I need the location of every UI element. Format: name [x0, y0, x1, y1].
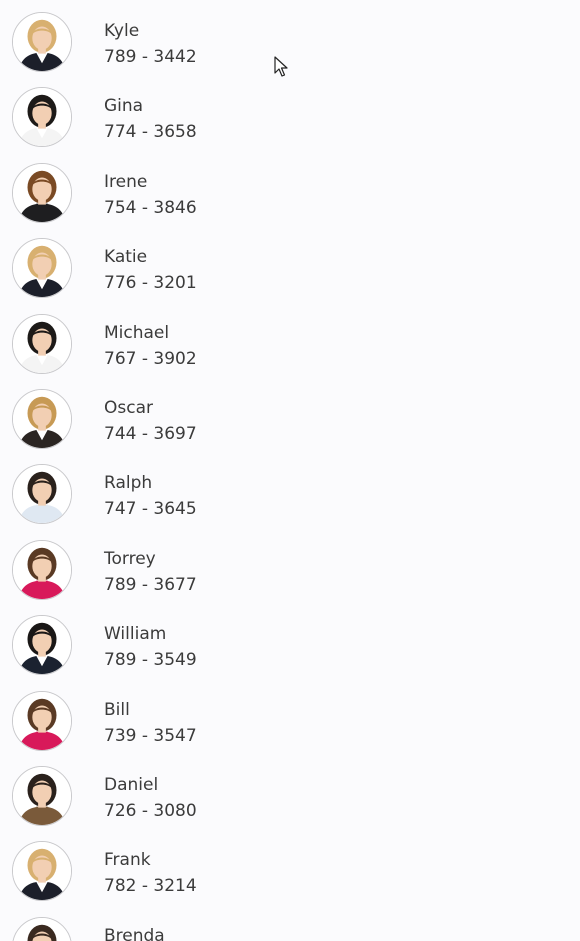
contact-phone: 782 - 3214 — [104, 876, 197, 897]
contact-avatar — [12, 690, 72, 751]
avatar-portrait-icon — [13, 88, 71, 147]
contact-name: Frank — [104, 850, 151, 871]
contact-name: Irene — [104, 171, 148, 192]
contact-avatar — [12, 162, 72, 223]
avatar-portrait-icon — [13, 767, 71, 825]
contact-name: Torrey — [104, 548, 156, 569]
contact-name: Ralph — [104, 473, 153, 494]
contact-row[interactable]: Frank 782 - 3214 — [0, 831, 580, 906]
contact-phone: 774 - 3658 — [104, 122, 197, 143]
contact-name: Kyle — [104, 21, 140, 41]
contact-row[interactable]: Michael 767 - 3902 — [0, 304, 580, 379]
contact-avatar — [12, 766, 72, 826]
avatar-portrait-icon — [13, 691, 71, 750]
contact-phone: 747 - 3645 — [104, 499, 197, 520]
contact-phone: 789 - 3549 — [104, 650, 197, 671]
contact-row[interactable]: Katie 776 - 3201 — [0, 228, 580, 303]
contact-phone: 744 - 3697 — [104, 424, 197, 444]
contact-avatar — [12, 12, 72, 72]
contact-avatar — [12, 87, 72, 148]
contact-avatar — [12, 841, 72, 902]
contact-avatar — [12, 615, 72, 676]
contact-avatar — [12, 313, 72, 374]
contact-list: Kyle 789 - 3442 Gina 774 - 3658 Irene 754 - 3… — [0, 0, 580, 941]
contact-phone: 739 - 3547 — [104, 725, 197, 746]
avatar-portrait-icon — [13, 163, 71, 222]
contact-phone: 767 - 3902 — [104, 348, 197, 369]
contact-row[interactable]: Gina 774 - 3658 — [0, 77, 580, 152]
contact-row[interactable]: Daniel 726 - 3080 — [0, 756, 580, 831]
contact-phone: 789 - 3442 — [104, 47, 197, 67]
contact-name: Michael — [104, 322, 170, 343]
contact-name: Katie — [104, 247, 148, 268]
contact-phone: 726 - 3080 — [104, 801, 197, 821]
avatar-portrait-icon — [13, 239, 71, 298]
contact-row[interactable]: Torrey 789 - 3677 — [0, 530, 580, 605]
contact-name: William — [104, 624, 167, 645]
contact-avatar — [12, 539, 72, 600]
contact-row[interactable]: Bill 739 - 3547 — [0, 681, 580, 756]
contact-avatar — [12, 238, 72, 299]
contact-name: Oscar — [104, 398, 153, 418]
contact-phone: 789 - 3677 — [104, 574, 197, 595]
contact-avatar — [12, 464, 72, 525]
avatar-portrait-icon — [13, 917, 71, 941]
contact-row[interactable]: Kyle 789 - 3442 — [0, 2, 580, 77]
contact-row[interactable]: Irene 754 - 3846 — [0, 153, 580, 228]
avatar-portrait-icon — [13, 540, 71, 599]
contact-row[interactable]: William 789 - 3549 — [0, 605, 580, 680]
contact-name: Daniel — [104, 775, 159, 795]
avatar-portrait-icon — [13, 390, 71, 448]
mouse-pointer-icon — [274, 56, 288, 77]
contact-avatar — [12, 916, 72, 941]
contact-phone: 754 - 3846 — [104, 197, 197, 218]
contact-row[interactable]: Oscar 744 - 3697 — [0, 379, 580, 454]
contact-phone: 776 - 3201 — [104, 273, 197, 294]
contact-row[interactable]: Brenda — [0, 907, 580, 941]
avatar-portrait-icon — [13, 13, 71, 71]
avatar-portrait-icon — [13, 465, 71, 524]
contact-name: Brenda — [104, 925, 165, 941]
contact-name: Bill — [104, 699, 130, 720]
contact-avatar — [12, 389, 72, 449]
avatar-portrait-icon — [13, 842, 71, 901]
avatar-portrait-icon — [13, 616, 71, 675]
avatar-portrait-icon — [13, 314, 71, 373]
contact-name: Gina — [104, 96, 144, 117]
contact-row[interactable]: Ralph 747 - 3645 — [0, 454, 580, 529]
